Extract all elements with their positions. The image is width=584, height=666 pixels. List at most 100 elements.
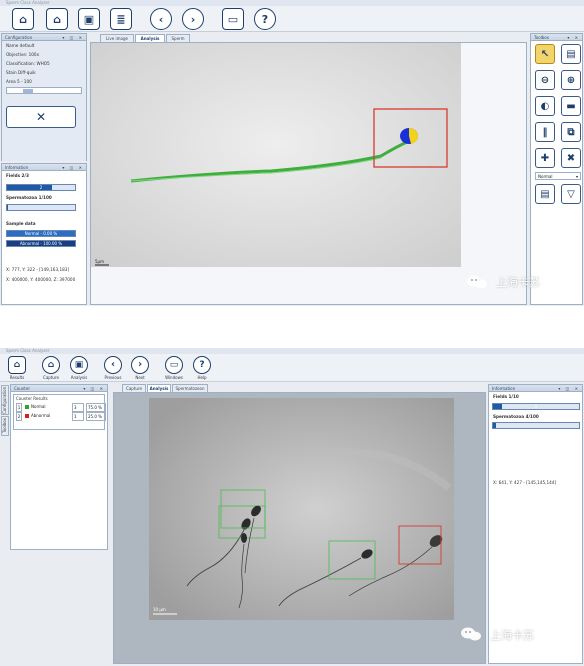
tools-icon: ✕ [35, 110, 47, 124]
copy-button[interactable]: ⧉ [561, 122, 581, 142]
previous-button[interactable]: ‹ [150, 8, 172, 30]
report-button[interactable]: ≣ [110, 8, 132, 30]
previous-icon: ‹ [158, 12, 164, 26]
side-tab-toolbox[interactable]: Toolbox [1, 416, 9, 436]
windows-button[interactable]: ▭ [165, 356, 183, 374]
add-icon: ✚ [540, 152, 550, 164]
previous-button[interactable]: ‹ [104, 356, 122, 374]
counter-header: Counter ▾ ◫ ✕ [11, 385, 107, 392]
report-icon: ≣ [116, 12, 126, 26]
slider-thumb[interactable] [23, 89, 33, 93]
tab-analysis[interactable]: Analysis [135, 34, 165, 42]
toolbox-panel: Toolbox ▾ ✕ ↖ ▤ ⊖ ⊕ ◐ ▬ ‖ ⧉ ✚ ✖ Normal ▾ ▤… [530, 33, 583, 305]
fields-progress: 2 [6, 184, 76, 191]
analysis-label: Analysis [70, 375, 88, 380]
panel-controls[interactable]: ▾ ◫ ✕ [558, 385, 580, 392]
delete-button[interactable]: ✖ [561, 148, 581, 168]
help-button[interactable]: ? [254, 8, 276, 30]
panel-controls[interactable]: ▾ ◫ ✕ [83, 385, 105, 392]
class-color-swatch [25, 414, 29, 418]
zoom-out-button[interactable]: ⊖ [535, 70, 555, 90]
help-icon: ? [261, 12, 269, 26]
add-button[interactable]: ✚ [535, 148, 555, 168]
top-toolbar: ⌂ ⌂ ▣ ≣ ‹ › ▭ ? [0, 6, 584, 32]
capture-button[interactable]: ⌂ [42, 356, 60, 374]
row-index: 1 [16, 403, 22, 412]
area-slider[interactable] [6, 87, 82, 94]
fields-bar-value: 1 [534, 404, 538, 409]
side-tab-configuration[interactable]: Configuration [1, 385, 9, 415]
home-icon: ⌂ [19, 12, 27, 26]
counter-title: Counter Results [16, 396, 48, 401]
tab-sperm[interactable]: Sperm [166, 34, 190, 42]
previous-label: Previous [104, 375, 122, 380]
capture-label: Capture [43, 375, 59, 380]
window-button[interactable]: ▭ [222, 8, 244, 30]
config-objective: Objective: 100x [6, 52, 40, 57]
watermark-text: 上海卡苏 [496, 276, 540, 289]
document-home-button[interactable]: ⌂ [46, 8, 68, 30]
counter-rows: 1 Normal 3 75.0 % 2 Abnormal 1 25.0 % [14, 403, 106, 421]
bottom-microscope-image[interactable]: 10 µm [149, 398, 454, 620]
home-button[interactable]: ⌂ [12, 8, 34, 30]
top-analysis-view: 5µm [90, 42, 527, 305]
top-app-window: Sperm Class Analyzer ⌂ ⌂ ▣ ≣ ‹ › ▭ ? Con… [0, 0, 584, 306]
stain-button[interactable]: ◐ [535, 96, 555, 116]
spermatozoa-label: Spermatozoa 4/100 [493, 414, 539, 419]
spermatozoa-progress [6, 204, 76, 211]
analysis-button[interactable]: ▣ [70, 356, 88, 374]
panel-controls[interactable]: ▾ ✕ [567, 34, 580, 41]
image-button[interactable]: ▣ [78, 8, 100, 30]
pause-icon: ‖ [542, 126, 548, 138]
next-button[interactable]: › [131, 356, 149, 374]
bottom-analysis-view: 10 µm [113, 392, 486, 664]
abnormal-badge: Abnormal - 100.00 % [6, 240, 76, 247]
cursor-coords: X: 777, Y: 322 - [149,163,183] [6, 267, 70, 272]
spermatozoa-progress-fill [7, 205, 8, 210]
bottom-information-panel: Information ▾ ◫ ✕ Fields 1/10 1 Spermatoz… [488, 384, 583, 664]
class-dropdown[interactable]: Normal ▾ [535, 172, 581, 180]
select-arrow-button[interactable]: ↖ [535, 44, 555, 64]
tab-analysis[interactable]: Analysis [147, 384, 171, 392]
toolbox-header: Toolbox ▾ ✕ [531, 34, 582, 41]
scale-label: 10 µm [153, 607, 166, 612]
configuration-header: Configuration ▾ ◫ ✕ [2, 34, 86, 41]
counter-row: 2 Abnormal 1 25.0 % [16, 412, 106, 421]
normal-badge: Normal - 0.00 % [6, 230, 76, 237]
save-button[interactable]: ▤ [535, 184, 555, 204]
help-label: Help [197, 375, 207, 380]
document-home-icon: ⌂ [47, 359, 55, 370]
help-button[interactable]: ? [193, 356, 211, 374]
tab-capture[interactable]: Capture [122, 384, 146, 392]
results-button[interactable]: ⌂ [8, 356, 26, 374]
spermatozoa-label: Spermatozoa 1/100 [6, 195, 52, 200]
panel-controls[interactable]: ▾ ◫ ✕ [62, 164, 84, 171]
next-button[interactable]: › [182, 8, 204, 30]
filter-button[interactable]: ▽ [561, 184, 581, 204]
tools-button[interactable]: ✕ [6, 106, 76, 128]
stage-coords: X: 400000, Y: 400000, Z: 397000 [6, 277, 76, 282]
top-microscope-image[interactable]: 5µm [91, 43, 461, 267]
stain-icon: ◐ [540, 100, 550, 112]
spermatozoa-progress [492, 422, 580, 429]
fields-label: Fields 1/10 [493, 394, 519, 399]
pause-button[interactable]: ‖ [535, 122, 555, 142]
sample-data-label: Sample data [6, 221, 36, 226]
row-label: Abnormal [31, 413, 51, 418]
sperm-head-2 [241, 533, 247, 543]
measure-button[interactable]: ▬ [561, 96, 581, 116]
config-area: Area 5 - 100 [6, 79, 32, 84]
class-color-swatch [25, 405, 29, 409]
scale-label: 5µm [95, 259, 104, 264]
information-header: Information ▾ ◫ ✕ [489, 385, 582, 392]
config-classification: Classification: WHO5 [6, 61, 50, 66]
report-tool-button[interactable]: ▤ [561, 44, 581, 64]
zoom-in-button[interactable]: ⊕ [561, 70, 581, 90]
image-icon: ▣ [83, 12, 95, 26]
panel-controls[interactable]: ▾ ◫ ✕ [62, 34, 84, 41]
window-icon: ▭ [169, 359, 179, 370]
fields-progress: 1 [492, 403, 580, 410]
tab-spermatozoon[interactable]: Spermatozoon [172, 384, 208, 392]
tab-live-image[interactable]: Live image [100, 34, 134, 42]
image-background [91, 43, 461, 267]
